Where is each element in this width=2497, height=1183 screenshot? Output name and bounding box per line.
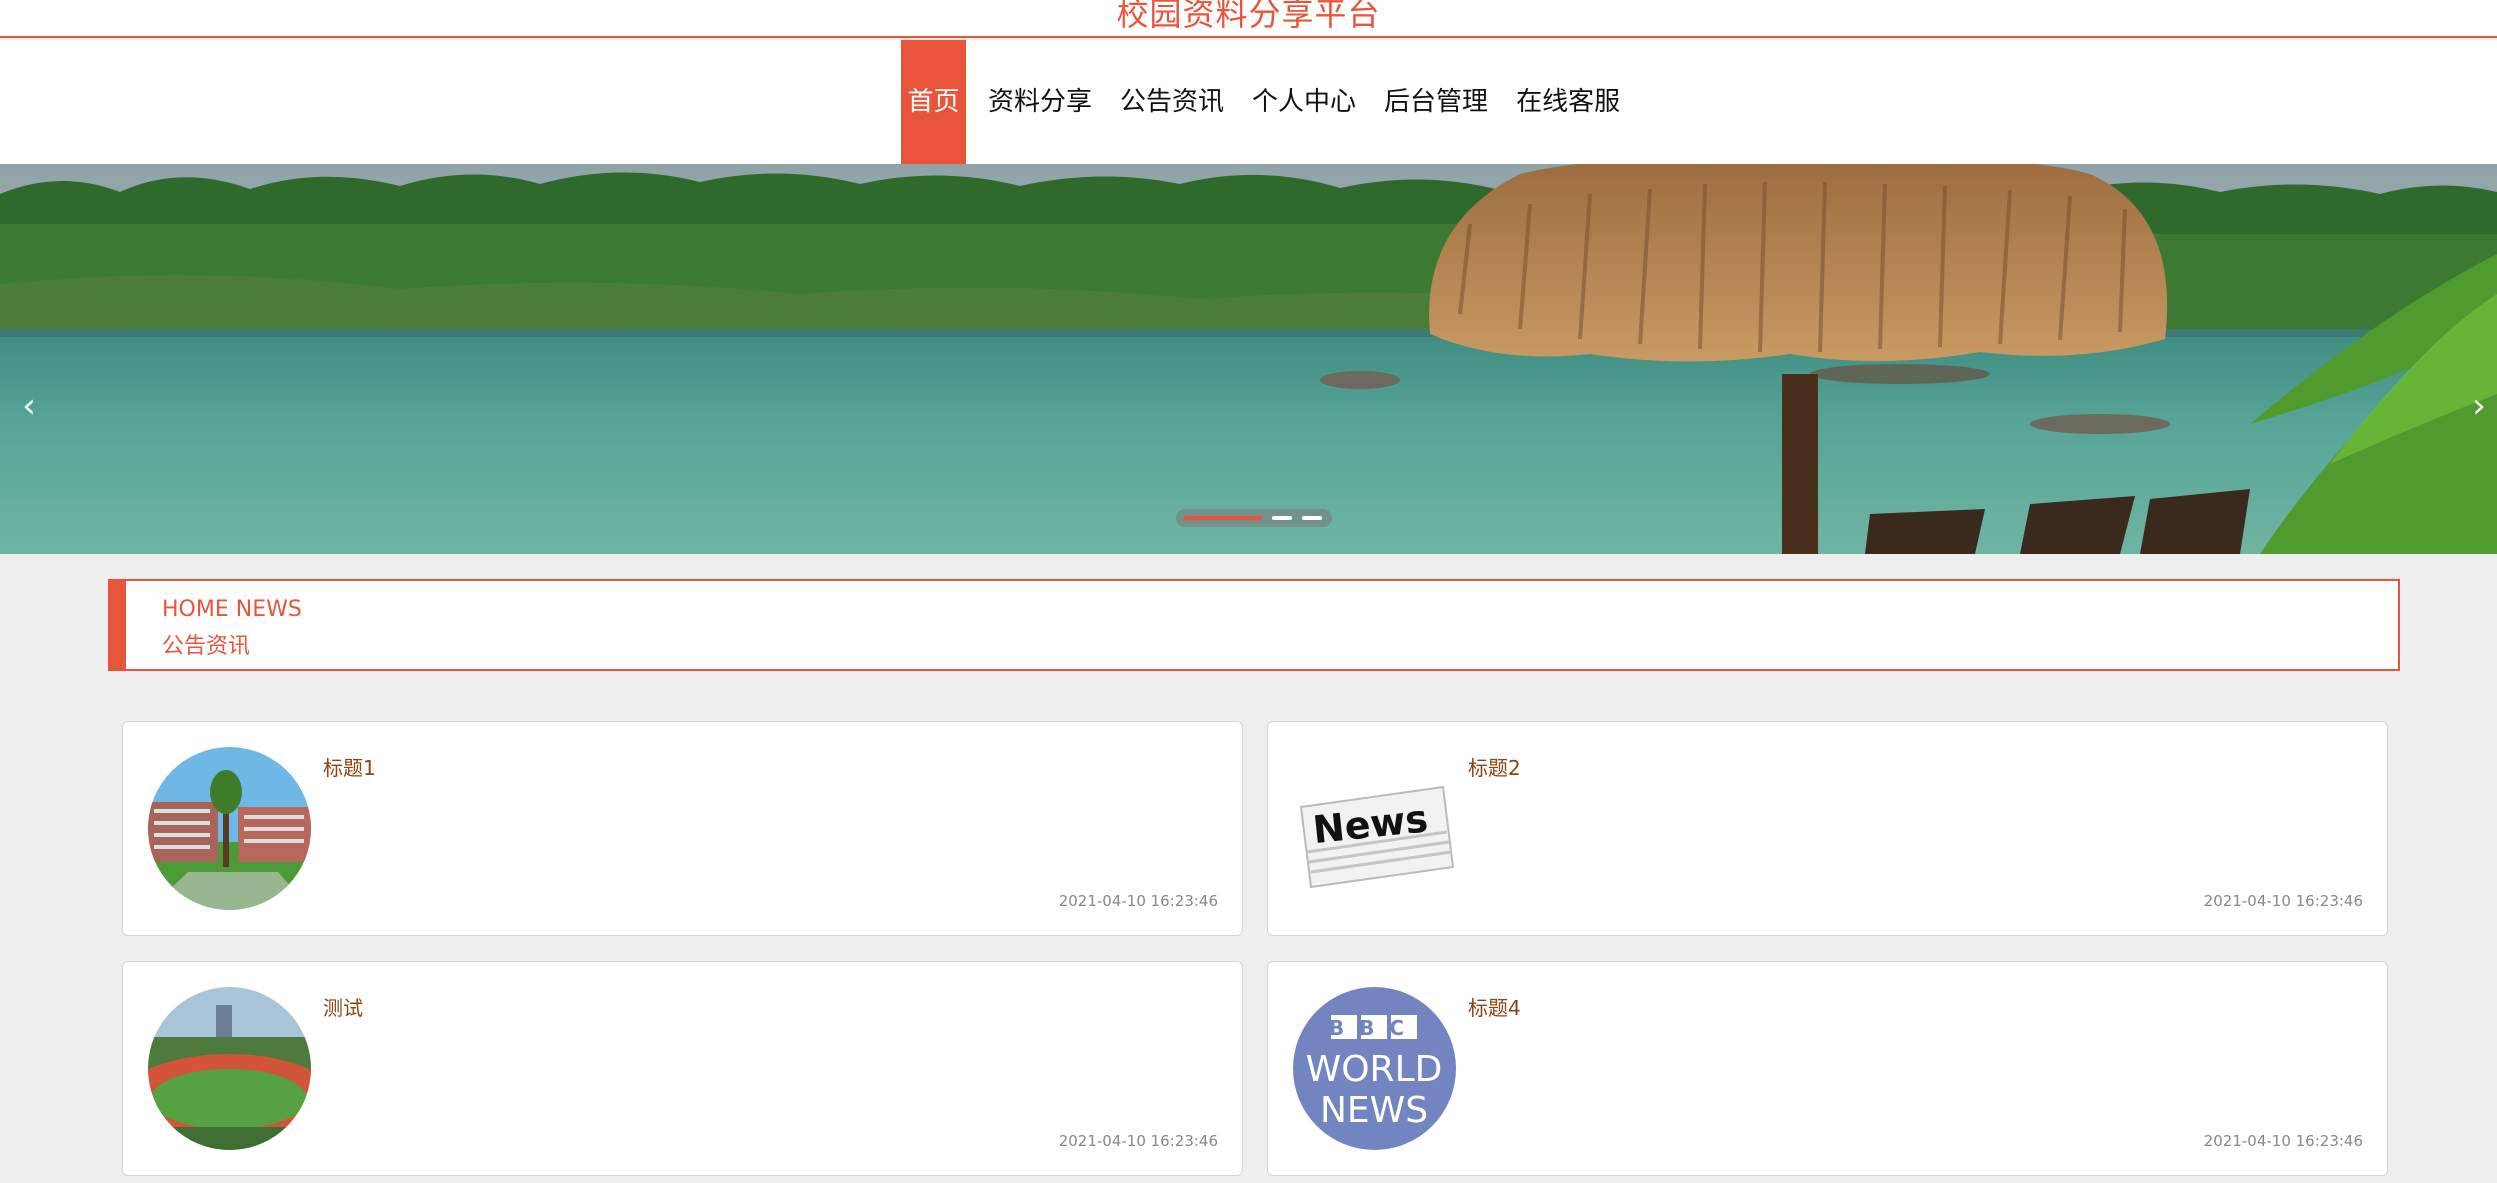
- news-card[interactable]: BBC WORLD NEWS 标题4 2021-04-10 16:23:46: [1267, 961, 2388, 1176]
- news-time: 2021-04-10 16:23:46: [2203, 1132, 2363, 1150]
- news-thumbnail[interactable]: BBC WORLD NEWS: [1293, 987, 1456, 1150]
- banner-indicators: [1176, 509, 1332, 527]
- bbc-logo-news-text: NEWS: [1320, 1090, 1428, 1131]
- section-title-cn: 公告资讯: [162, 634, 251, 659]
- nav-item-personal-center[interactable]: 个人中心: [1238, 40, 1370, 164]
- nav-item-home[interactable]: 首页: [901, 40, 966, 164]
- nav-item-resource-share[interactable]: 资料分享: [974, 40, 1106, 164]
- newspaper-image: News: [1293, 747, 1456, 910]
- sports-field-image: [148, 987, 311, 1150]
- news-title[interactable]: 标题4: [1468, 992, 1521, 1021]
- news-card[interactable]: 标题1 2021-04-10 16:23:46: [122, 721, 1243, 936]
- news-time: 2021-04-10 16:23:46: [1058, 1132, 1218, 1150]
- news-time: 2021-04-10 16:23:46: [2203, 892, 2363, 910]
- bbc-world-news-logo: BBC WORLD NEWS: [1293, 987, 1456, 1150]
- main-nav: 首页 资料分享 公告资讯 个人中心 后台管理 在线客服: [0, 40, 2497, 164]
- banner-dot-1[interactable]: [1184, 516, 1262, 520]
- banner-carousel[interactable]: ‹ ›: [0, 164, 2497, 554]
- news-thumbnail[interactable]: [148, 747, 311, 910]
- news-title[interactable]: 标题1: [323, 752, 376, 781]
- banner-next-arrow[interactable]: ›: [2464, 386, 2494, 426]
- site-header: 校园资料分享平台: [0, 0, 2497, 38]
- banner-prev-arrow[interactable]: ‹: [14, 386, 44, 426]
- nav-list: 首页 资料分享 公告资讯 个人中心 后台管理 在线客服: [901, 40, 1634, 164]
- bbc-logo-world-text: WORLD: [1306, 1049, 1443, 1090]
- nav-item-customer-service[interactable]: 在线客服: [1502, 40, 1634, 164]
- news-thumbnail[interactable]: News: [1293, 747, 1456, 910]
- bbc-logo-text: BBC: [1329, 1016, 1419, 1040]
- site-title: 校园资料分享平台: [1116, 0, 1381, 33]
- news-title[interactable]: 标题2: [1468, 752, 1521, 781]
- banner-dot-2[interactable]: [1272, 516, 1292, 520]
- news-time: 2021-04-10 16:23:46: [1058, 892, 1218, 910]
- news-card[interactable]: 测试 2021-04-10 16:23:46: [122, 961, 1243, 1176]
- section-header-news: HOME NEWS 公告资讯: [108, 579, 2400, 671]
- nav-item-admin[interactable]: 后台管理: [1370, 40, 1502, 164]
- news-card[interactable]: News 标题2 2021-04-10 16:23:46: [1267, 721, 2388, 936]
- section-title-en: HOME NEWS: [162, 597, 302, 622]
- news-thumbnail[interactable]: [148, 987, 311, 1150]
- news-title[interactable]: 测试: [323, 992, 363, 1021]
- nav-item-announcements[interactable]: 公告资讯: [1106, 40, 1238, 164]
- campus-building-image: [148, 747, 311, 910]
- banner-image: [0, 164, 2497, 554]
- banner-dot-3[interactable]: [1302, 516, 1322, 520]
